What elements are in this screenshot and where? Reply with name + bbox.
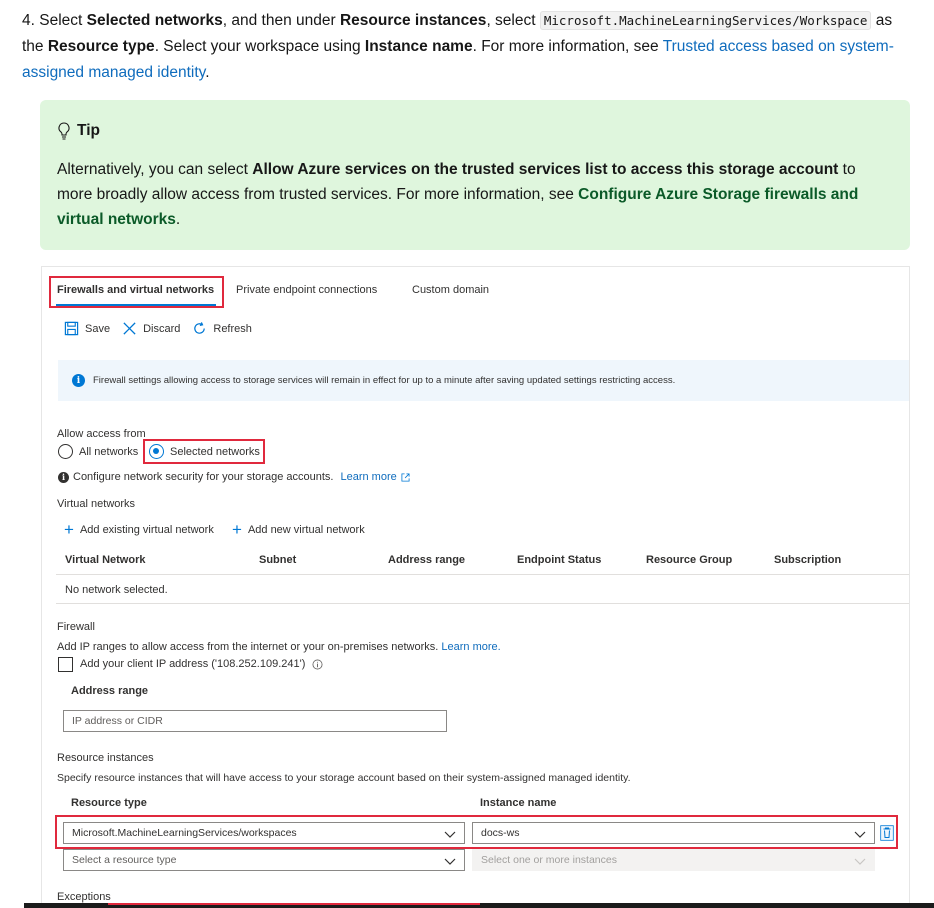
radio-circle-selected[interactable] <box>149 444 164 459</box>
col-virtual-network: Virtual Network <box>65 554 146 566</box>
configure-row: i Configure network security for your st… <box>58 471 410 483</box>
info-icon: i <box>72 374 85 387</box>
save-button[interactable]: Save <box>64 321 110 336</box>
allow-access-label: Allow access from <box>57 428 146 440</box>
radio-all-networks[interactable]: All networks <box>58 444 138 459</box>
step-4-text: 4. Select Selected networks, and then un… <box>22 11 894 81</box>
close-icon <box>123 322 136 335</box>
plus-icon: + <box>232 520 242 539</box>
tab-custom-domain[interactable]: Custom domain <box>412 284 489 296</box>
instance-name-select[interactable]: docs-ws <box>472 822 875 844</box>
radio-selected-networks[interactable]: Selected networks <box>149 444 260 459</box>
lightbulb-icon <box>58 121 70 140</box>
refresh-icon <box>194 322 206 334</box>
vnet-table-header: Virtual Network Subnet Address range End… <box>56 554 909 570</box>
firewall-description: Add IP ranges to allow access from the i… <box>57 641 501 653</box>
firewall-label: Firewall <box>57 621 95 633</box>
refresh-button[interactable]: Refresh <box>192 321 252 336</box>
resource-type-select-empty[interactable]: Select a resource type <box>63 849 465 871</box>
delete-icon[interactable] <box>880 825 894 841</box>
add-existing-vnet-button[interactable]: + Add existing virtual network <box>64 520 214 539</box>
active-tab-indicator <box>56 304 216 306</box>
radio-circle[interactable] <box>58 444 73 459</box>
col-subscription: Subscription <box>774 554 842 566</box>
add-new-vnet-button[interactable]: + Add new virtual network <box>232 520 365 539</box>
client-ip-row: Add your client IP address ('108.252.109… <box>80 658 323 670</box>
chevron-down-icon <box>444 858 456 865</box>
address-range-label: Address range <box>71 685 149 697</box>
resource-instances-label: Resource instances <box>57 752 154 764</box>
learn-more-link[interactable]: Learn more <box>340 471 396 483</box>
firewall-learn-more-link[interactable]: Learn more. <box>441 641 500 653</box>
chevron-down-icon <box>854 831 866 838</box>
plus-icon: + <box>64 520 74 539</box>
tab-bar: Firewalls and virtual networks Private e… <box>42 267 909 312</box>
save-icon <box>64 321 79 336</box>
col-subnet: Subnet <box>259 554 297 566</box>
resource-type-select[interactable]: Microsoft.MachineLearningServices/worksp… <box>63 822 465 844</box>
tip-title: Tip <box>57 118 893 143</box>
external-link-icon <box>401 472 410 482</box>
discard-button[interactable]: Discard <box>122 321 180 336</box>
divider <box>56 574 909 575</box>
col-resource-group: Resource Group <box>646 554 733 566</box>
portal-screenshot: Firewalls and virtual networks Private e… <box>41 266 910 908</box>
client-ip-checkbox[interactable] <box>58 657 73 672</box>
address-range-input[interactable]: IP address or CIDR <box>63 710 447 732</box>
tip-body: Alternatively, you can select Allow Azur… <box>57 161 859 228</box>
chevron-down-icon <box>444 831 456 838</box>
no-network-text: No network selected. <box>65 584 168 596</box>
info-banner: i Firewall settings allowing access to s… <box>58 360 909 401</box>
toolbar: Save Discard Refresh <box>64 321 264 336</box>
screenshot-bottom-edge <box>24 903 934 908</box>
col-endpoint-status: Endpoint Status <box>517 554 602 566</box>
info-outline-icon <box>312 659 323 669</box>
virtual-networks-label: Virtual networks <box>57 498 136 510</box>
instance-name-label: Instance name <box>480 797 557 809</box>
tip-callout: Tip Alternatively, you can select Allow … <box>40 100 910 250</box>
chevron-down-icon <box>854 858 866 865</box>
info-icon: i <box>58 471 69 483</box>
resource-type-label: Resource type <box>71 797 147 809</box>
resource-instances-description: Specify resource instances that will hav… <box>57 772 631 784</box>
tab-private-endpoints[interactable]: Private endpoint connections <box>236 284 377 296</box>
instance-select-disabled: Select one or more instances <box>472 849 875 871</box>
divider <box>56 603 909 604</box>
exceptions-label: Exceptions <box>57 891 111 903</box>
inline-code: Microsoft.MachineLearningServices/Worksp… <box>539 11 872 30</box>
col-address-range: Address range <box>388 554 466 566</box>
tab-firewalls[interactable]: Firewalls and virtual networks <box>57 284 214 296</box>
